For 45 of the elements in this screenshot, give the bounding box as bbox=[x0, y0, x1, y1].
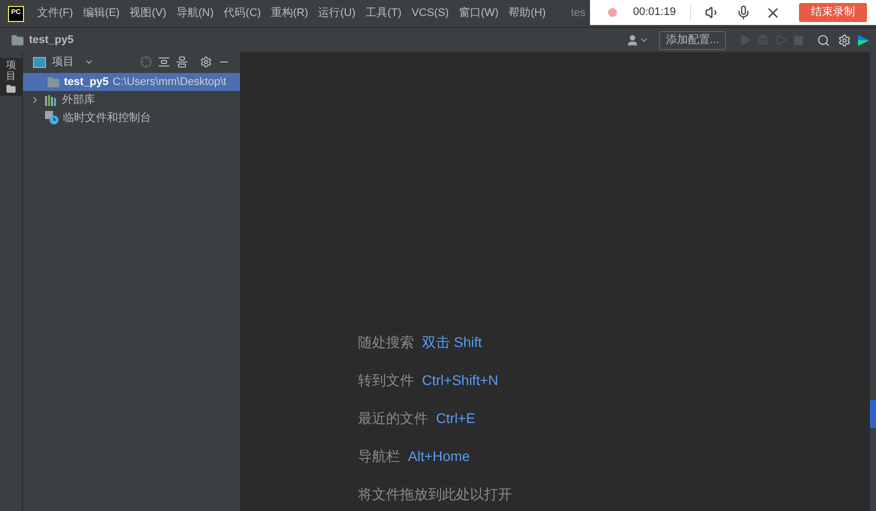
tree-item[interactable]: 外部库 bbox=[23, 91, 240, 109]
menu-item[interactable]: 编辑(E) bbox=[78, 5, 125, 22]
menu-item[interactable]: 帮助(H) bbox=[504, 5, 551, 22]
stop-recording-button[interactable]: 结束录制 bbox=[798, 3, 867, 22]
hint-label: 随处搜索 bbox=[358, 333, 414, 352]
panel-title[interactable]: 项目 bbox=[52, 54, 74, 70]
play-logo-icon[interactable] bbox=[857, 34, 870, 46]
menu-item[interactable]: 文件(F) bbox=[32, 5, 78, 22]
collapse-all-icon[interactable] bbox=[176, 56, 188, 68]
tree-item[interactable]: 临时文件和控制台 bbox=[23, 109, 240, 127]
folder-icon bbox=[47, 76, 60, 88]
hint-label: 将文件拖放到此处以打开 bbox=[358, 485, 512, 504]
menu-item[interactable]: 代码(C) bbox=[218, 5, 266, 22]
menu-item[interactable]: VCS(S) bbox=[406, 5, 454, 22]
folder-icon bbox=[11, 34, 24, 46]
recording-time: 00:01:19 bbox=[633, 5, 676, 20]
search-icon[interactable] bbox=[817, 34, 830, 46]
shortcut-text: 双击 Shift bbox=[422, 333, 482, 352]
user-icon[interactable] bbox=[626, 34, 639, 46]
folder-icon bbox=[6, 84, 16, 94]
menu-item[interactable]: 视图(V) bbox=[124, 5, 172, 22]
expand-all-icon[interactable] bbox=[158, 56, 170, 68]
menu-item[interactable]: 运行(U) bbox=[313, 5, 361, 22]
microphone-icon[interactable] bbox=[736, 5, 751, 20]
library-icon bbox=[45, 94, 58, 106]
tree-item[interactable]: test_py5 C:\Users\mm\Desktop\t bbox=[23, 73, 240, 91]
menu-item[interactable]: 窗口(W) bbox=[454, 5, 504, 22]
hint-label: 最近的文件 bbox=[358, 409, 428, 428]
scroll-marker bbox=[870, 400, 876, 428]
settings-icon[interactable] bbox=[200, 56, 212, 68]
project-tool-tab[interactable]: 项目 bbox=[0, 58, 22, 96]
shortcut-text: Ctrl+Shift+N bbox=[422, 371, 498, 390]
hint-label: 导航栏 bbox=[358, 447, 400, 466]
menu-item[interactable]: 重构(R) bbox=[266, 5, 314, 22]
scratch-file-icon bbox=[45, 111, 59, 125]
settings-icon[interactable] bbox=[838, 34, 851, 46]
menu-item[interactable]: 导航(N) bbox=[171, 5, 219, 22]
menu-item[interactable]: 工具(T) bbox=[360, 5, 407, 22]
shortcut-text: Ctrl+E bbox=[436, 409, 476, 428]
window-title: tes bbox=[570, 6, 586, 22]
add-configuration-button[interactable]: 添加配置... bbox=[658, 30, 726, 50]
hint-label: 转到文件 bbox=[358, 371, 414, 390]
shortcut-text: Alt+Home bbox=[408, 447, 470, 466]
project-breadcrumb[interactable]: test_py5 bbox=[29, 32, 74, 48]
window-icon bbox=[33, 56, 46, 68]
